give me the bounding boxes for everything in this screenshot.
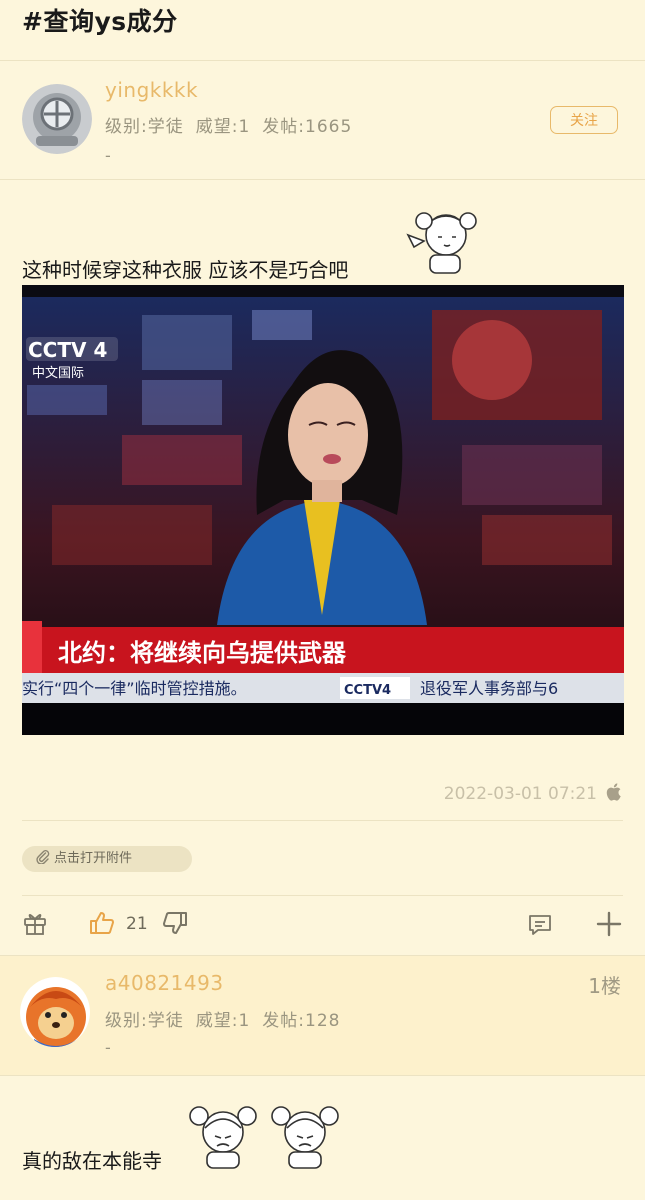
author-username[interactable]: yingkkkk — [105, 78, 198, 102]
follow-button[interactable]: 关注 — [550, 106, 618, 134]
author-signature: - — [105, 146, 111, 165]
attachment-button[interactable]: 点击打开附件 — [22, 846, 192, 872]
dislike-icon[interactable] — [162, 911, 188, 941]
author-meta: 级别:学徒 威望:1 发帖:1665 — [105, 112, 364, 137]
post-text: 这种时候穿这种衣服 应该不是巧合吧 — [22, 258, 349, 282]
reply-divider-bottom — [0, 1075, 645, 1076]
ticker-right: 退役军人事务部与6 — [420, 679, 558, 698]
author-divider — [0, 179, 645, 180]
reply-username[interactable]: a40821493 — [105, 971, 224, 995]
post-timestamp: 2022-03-01 07:21 — [443, 784, 597, 804]
reply-divider-top — [0, 955, 645, 956]
headline: 北约：将继续向乌提供武器 — [58, 639, 347, 667]
reply-avatar[interactable] — [20, 977, 90, 1047]
apple-icon — [605, 782, 623, 807]
post-image[interactable]: CCTV 4 中文国际 北约：将继续向乌提供武器 实行“四个一律”临时管控措施。… — [22, 285, 624, 735]
channel-sub: 中文国际 — [32, 366, 84, 381]
author-level: 级别:学徒 — [105, 117, 184, 137]
author-prestige: 威望:1 — [195, 117, 251, 137]
ticker-logo: CCTV4 — [344, 683, 391, 698]
floor-number: 1楼 — [588, 974, 621, 998]
reply-meta: 级别:学徒 威望:1 发帖:128 — [105, 1006, 352, 1031]
sticker-image — [185, 1098, 345, 1174]
author-posts: 发帖:1665 — [262, 117, 353, 137]
reply-signature: - — [105, 1038, 111, 1057]
timestamp-divider — [22, 820, 623, 821]
topic-hashtag[interactable]: #查询ys成分 — [22, 2, 178, 38]
reply-prestige: 威望:1 — [195, 1011, 251, 1031]
gift-icon[interactable] — [22, 910, 48, 940]
header-divider — [0, 60, 645, 61]
reply-text: 真的敌在本能寺 — [22, 1149, 162, 1173]
channel-logo: CCTV 4 — [28, 338, 107, 362]
like-icon[interactable] — [88, 909, 116, 941]
ticker-left: 实行“四个一律”临时管控措施。 — [22, 679, 247, 698]
attachment-divider — [22, 895, 623, 896]
comment-icon[interactable] — [527, 912, 553, 942]
avatar[interactable] — [22, 84, 92, 154]
like-count: 21 — [126, 914, 148, 934]
plus-icon[interactable] — [596, 911, 622, 941]
reply-level: 级别:学徒 — [105, 1011, 184, 1031]
paperclip-icon — [36, 848, 50, 865]
reply-posts: 发帖:128 — [262, 1011, 341, 1031]
attachment-label: 点击打开附件 — [54, 851, 133, 866]
sticker-image — [400, 205, 482, 281]
